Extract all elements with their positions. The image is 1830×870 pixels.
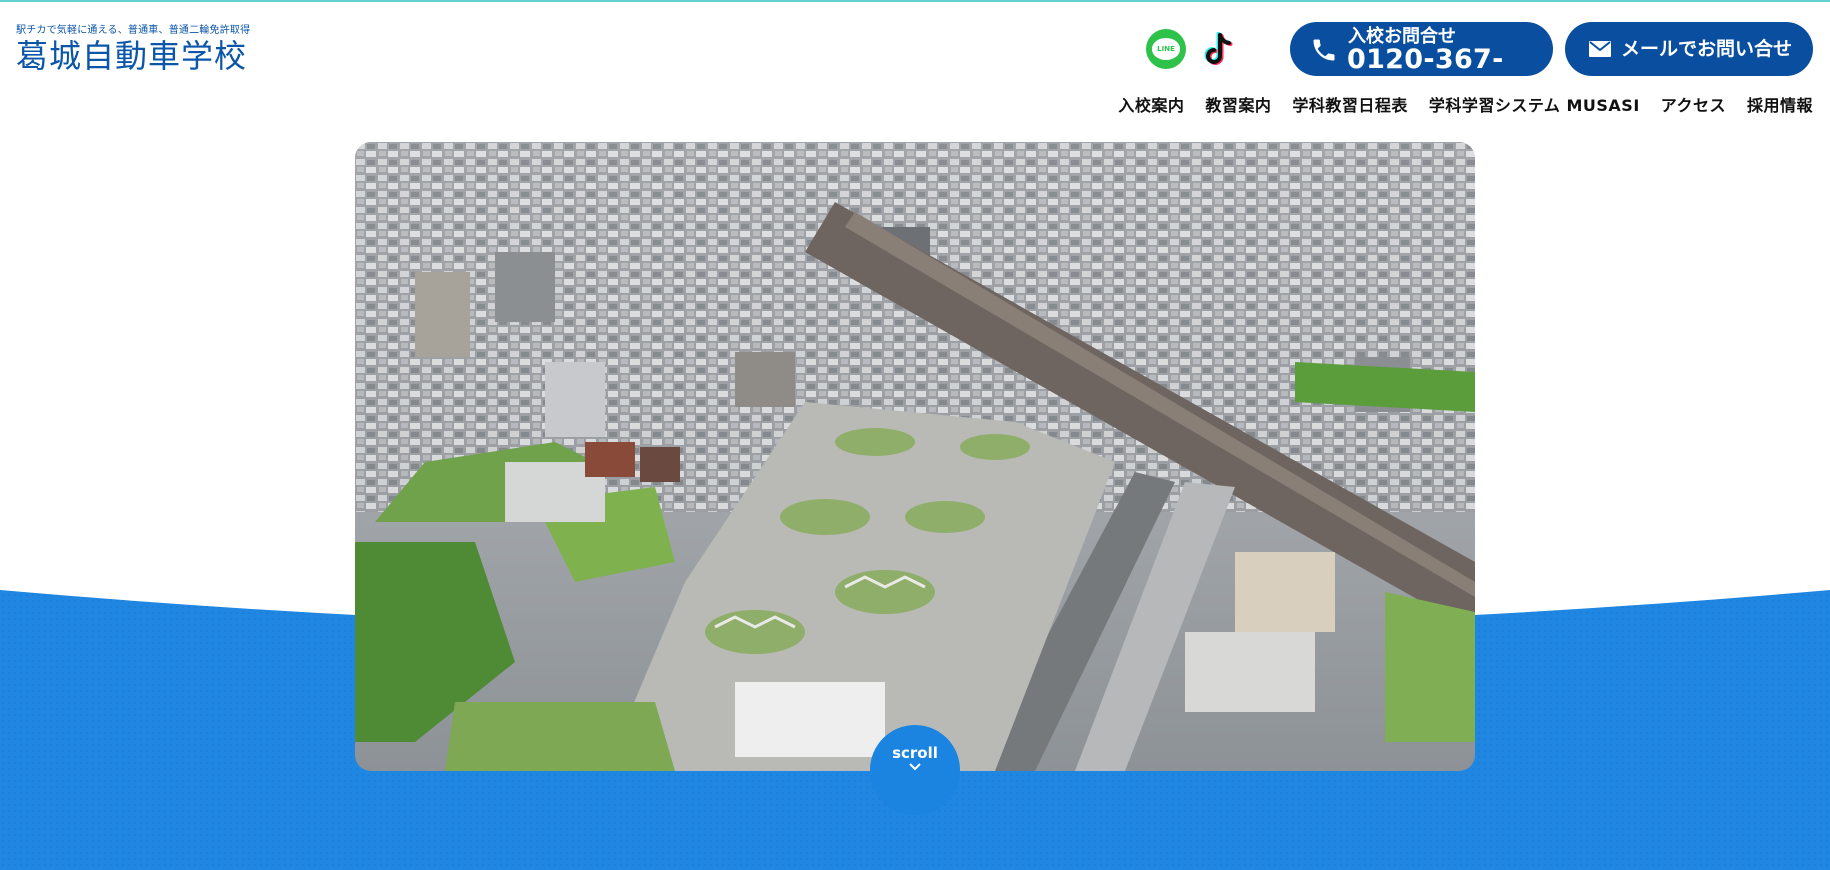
mail-icon [1589,41,1611,57]
nav-item-recruit[interactable]: 採用情報 [1747,92,1813,116]
line-bubble: LINE [1152,38,1180,60]
nav-item-class-schedule[interactable]: 学科教習日程表 [1292,92,1408,116]
chevron-down-icon [909,763,921,771]
logo-tagline: 駅チカで気軽に通える、普通車、普通二輪免許取得 [16,25,251,36]
tiktok-icon[interactable] [1203,29,1239,69]
line-label: LINE [1157,45,1175,53]
nav-item-lessons[interactable]: 教習案内 [1205,92,1271,116]
site-logo[interactable]: 駅チカで気軽に通える、普通車、普通二輪免許取得 葛城自動車学校 [16,25,250,74]
hero-aerial-image [355,142,1475,771]
mail-contact-label: メールでお問い合せ [1621,38,1793,60]
global-nav: 入校案内 教習案内 学科教習日程表 学科学習システム MUSASI アクセス 採… [1118,92,1813,116]
line-icon[interactable]: LINE [1146,29,1186,69]
mail-contact-button[interactable]: メールでお問い合せ [1565,22,1813,76]
phone-icon [1313,39,1335,61]
nav-item-musasi[interactable]: 学科学習システム MUSASI [1429,92,1640,116]
nav-item-admission[interactable]: 入校案内 [1118,92,1184,116]
top-accent-line [0,0,1830,2]
school-name: 葛城自動車学校 [16,37,248,75]
nav-item-access[interactable]: アクセス [1661,92,1726,116]
phone-contact-button[interactable]: 入校お問合せ 0120-367-577 [1290,22,1553,105]
scroll-label: scroll [892,744,938,762]
scroll-indicator[interactable]: scroll [870,725,960,815]
